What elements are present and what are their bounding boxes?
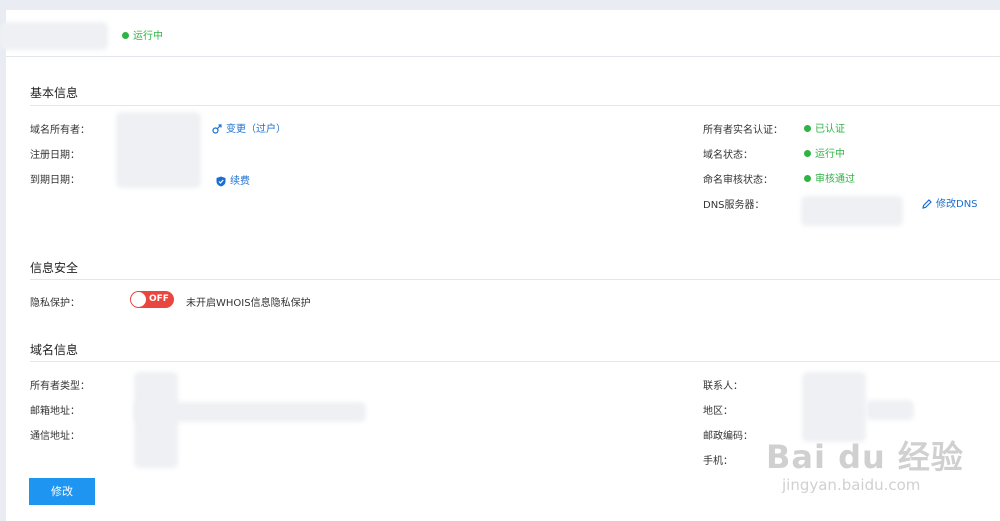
domain-info-title: 域名信息 xyxy=(30,343,79,357)
address-label: 通信地址： xyxy=(30,431,80,442)
redacted-email-block xyxy=(134,402,366,422)
renew-link[interactable]: 续费 xyxy=(216,172,250,187)
toggle-text: OFF xyxy=(149,294,169,304)
basic-info-title: 基本信息 xyxy=(30,86,79,100)
change-owner-text: 变更（过户） xyxy=(226,124,286,135)
domain-status-label: 域名状态： xyxy=(703,150,753,161)
header-status: 运行中 xyxy=(122,27,163,42)
reg-date-label: 注册日期： xyxy=(30,150,80,161)
redacted-owner-block xyxy=(116,112,201,188)
modify-button[interactable]: 修改 xyxy=(29,478,95,505)
naming-review-status: 审核通过 xyxy=(804,170,855,185)
redacted-region-block xyxy=(866,400,914,420)
security-divider xyxy=(30,279,1000,280)
owner-label: 域名所有者： xyxy=(30,125,90,136)
naming-review-label: 命名审核状态： xyxy=(703,175,773,186)
domain-status: 运行中 xyxy=(804,145,845,160)
realname-value: 已认证 xyxy=(815,124,845,135)
baidu-watermark: Bai du 经验 xyxy=(766,432,964,478)
toggle-knob xyxy=(131,292,146,307)
watermark-url: jingyan.baidu.com xyxy=(782,476,921,494)
realname-status: 已认证 xyxy=(804,120,845,135)
security-title: 信息安全 xyxy=(30,261,79,275)
transfer-icon xyxy=(212,124,222,134)
modify-dns-link[interactable]: 修改DNS xyxy=(922,195,978,210)
privacy-label: 隐私保护： xyxy=(30,298,80,309)
phone-label: 手机： xyxy=(703,456,733,467)
domain-detail-panel: 运行中 基本信息 域名所有者： 变更（过户） 注册日期： 到期日期： 续费 所有… xyxy=(0,10,1000,521)
privacy-desc: 未开启WHOIS信息隐私保护 xyxy=(186,298,311,309)
realname-label: 所有者实名认证： xyxy=(703,125,783,136)
modify-dns-text: 修改DNS xyxy=(936,199,978,210)
domain-status-value: 运行中 xyxy=(815,149,845,160)
owner-type-label: 所有者类型： xyxy=(30,381,90,392)
pencil-icon xyxy=(922,199,932,209)
postcode-label: 邮政编码： xyxy=(703,431,753,442)
realname-dot-icon xyxy=(804,125,811,132)
renew-text: 续费 xyxy=(230,176,250,187)
status-dot-icon xyxy=(122,32,129,39)
naming-review-dot-icon xyxy=(804,175,811,182)
shield-icon xyxy=(216,176,226,186)
privacy-toggle[interactable]: OFF xyxy=(130,291,174,308)
domain-info-divider xyxy=(30,361,1000,362)
dns-label: DNS服务器： xyxy=(703,200,765,211)
region-label: 地区： xyxy=(703,406,733,417)
redacted-domain-name xyxy=(0,22,108,50)
email-label: 邮箱地址： xyxy=(30,406,80,417)
contact-label: 联系人： xyxy=(703,381,743,392)
exp-date-label: 到期日期： xyxy=(30,175,80,186)
header-divider xyxy=(6,56,1000,57)
domain-status-dot-icon xyxy=(804,150,811,157)
naming-review-value: 审核通过 xyxy=(815,174,855,185)
redacted-dns-block xyxy=(801,196,903,226)
basic-info-divider xyxy=(30,105,1000,106)
watermark-brand: Bai du 经验 xyxy=(766,438,964,476)
header-status-text: 运行中 xyxy=(133,31,163,42)
change-owner-link[interactable]: 变更（过户） xyxy=(212,120,286,135)
